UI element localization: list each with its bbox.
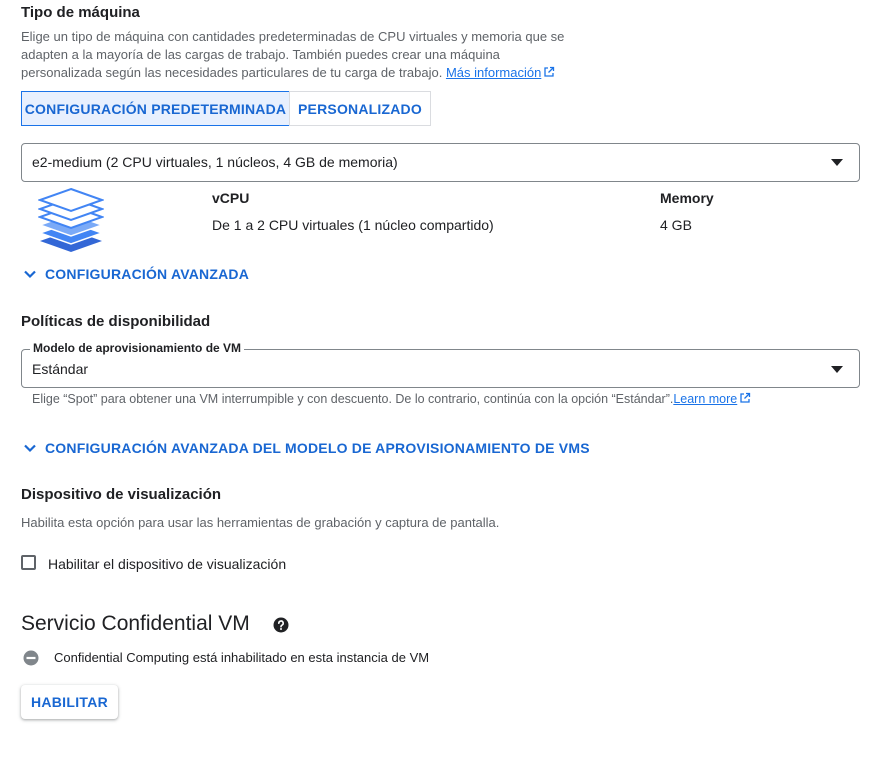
display-device-description: Habilita esta opción para usar las herra…	[21, 515, 500, 530]
display-device-checkbox[interactable]	[21, 555, 36, 570]
machine-layers-icon	[38, 187, 104, 252]
provisioning-model-value: Estándar	[32, 361, 89, 377]
advanced-provisioning-toggle[interactable]: CONFIGURACIÓN AVANZADA DEL MODELO DE APR…	[22, 440, 590, 456]
more-info-link[interactable]: Más información	[446, 65, 555, 80]
machine-type-title: Tipo de máquina	[21, 4, 140, 21]
advanced-provisioning-label: CONFIGURACIÓN AVANZADA DEL MODELO DE APR…	[45, 440, 590, 456]
enable-confidential-button[interactable]: HABILITAR	[21, 685, 118, 719]
disabled-status-icon	[23, 650, 39, 666]
machine-type-description: Elige un tipo de máquina con cantidades …	[21, 28, 601, 82]
machine-type-desc-line3-text: personalizada según las necesidades part…	[21, 65, 443, 80]
machine-type-desc-line3: personalizada según las necesidades part…	[21, 64, 601, 82]
provisioning-hint: Elige “Spot” para obtener una VM interru…	[32, 390, 751, 408]
dropdown-arrow-icon	[831, 159, 843, 166]
provisioning-hint-text: Elige “Spot” para obtener una VM interru…	[32, 392, 674, 406]
provisioning-model-label: Modelo de aprovisionamiento de VM	[30, 341, 245, 355]
machine-type-desc-line2: adapten a la mayoría de las cargas de tr…	[21, 47, 500, 62]
memory-header: Memory	[660, 190, 714, 206]
advanced-config-toggle[interactable]: CONFIGURACIÓN AVANZADA	[22, 266, 249, 282]
tab-custom[interactable]: PERSONALIZADO	[289, 91, 431, 126]
machine-type-select[interactable]: e2-medium (2 CPU virtuales, 1 núcleos, 4…	[21, 143, 860, 182]
more-info-link-label: Más información	[445, 65, 542, 80]
help-icon[interactable]	[273, 617, 289, 633]
memory-value: 4 GB	[660, 217, 692, 233]
learn-more-label: Learn more	[673, 392, 738, 406]
machine-type-select-value: e2-medium (2 CPU virtuales, 1 núcleos, 4…	[32, 154, 398, 170]
dropdown-arrow-icon	[831, 366, 843, 373]
vcpu-value: De 1 a 2 CPU virtuales (1 núcleo compart…	[212, 217, 494, 233]
availability-title: Políticas de disponibilidad	[21, 313, 211, 330]
confidential-status-text: Confidential Computing está inhabilitado…	[54, 650, 430, 665]
provisioning-model-select[interactable]: Modelo de aprovisionamiento de VM Estánd…	[21, 341, 860, 388]
chevron-down-icon	[24, 444, 36, 453]
learn-more-link[interactable]: Learn more	[673, 392, 751, 406]
external-link-icon	[544, 66, 555, 77]
external-link-icon	[740, 392, 751, 403]
machine-type-desc-line1: Elige un tipo de máquina con cantidades …	[21, 29, 565, 44]
tab-predefined-configuration[interactable]: CONFIGURACIÓN PREDETERMINADA	[21, 91, 290, 126]
display-device-title: Dispositivo de visualización	[21, 486, 222, 503]
display-device-checkbox-label[interactable]: Habilitar el dispositivo de visualizació…	[48, 556, 286, 572]
chevron-down-icon	[24, 270, 36, 279]
vcpu-header: vCPU	[212, 190, 250, 206]
confidential-vm-title: Servicio Confidential VM	[21, 612, 250, 635]
advanced-config-label: CONFIGURACIÓN AVANZADA	[45, 266, 250, 282]
